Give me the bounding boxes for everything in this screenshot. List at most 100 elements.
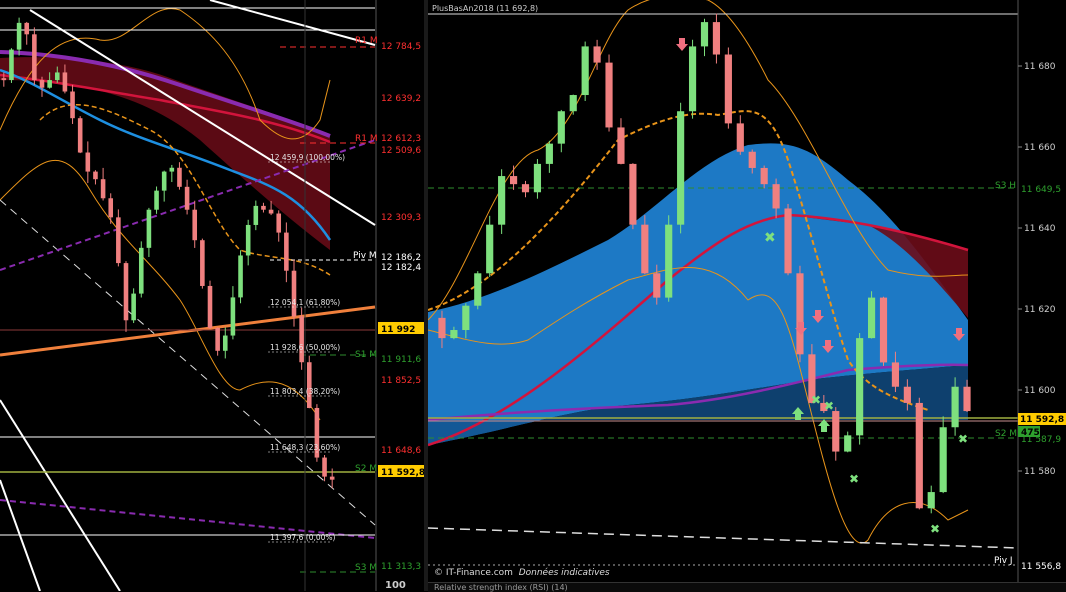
candle-body (329, 476, 335, 480)
fib-label: 12 459,9 (100,00%) (270, 153, 345, 162)
right-chart-panel[interactable]: ✖ ✖ ✖ ✖ ✖ ✖ 11 680 11 660 11 640 11 620 11 6… (428, 0, 1066, 591)
y-tick-label: 11 680 (1024, 62, 1056, 72)
candle-body (207, 285, 213, 328)
s2-label: S2 M (355, 464, 377, 474)
candle-body (222, 335, 228, 351)
price-tag: 12 639,2 (381, 94, 421, 104)
right-price-axis (1018, 0, 1066, 591)
pivj-value: 11 556,8 (1021, 562, 1061, 572)
candle-body (276, 213, 282, 233)
candle-body (474, 273, 482, 306)
candle-body (62, 72, 68, 92)
s3h-label: S3 H (995, 181, 1016, 191)
candle-body (617, 127, 625, 164)
candle-body (545, 143, 553, 164)
left-bottom-value: 100 (385, 580, 406, 591)
price-tag: 12 509,6 (381, 146, 421, 156)
candle-body (438, 317, 446, 339)
candle-body (24, 22, 30, 35)
candle-body (200, 240, 205, 286)
y-tick-label: 11 580 (1024, 467, 1056, 477)
candle-body (184, 186, 190, 210)
chart-title: PlusBasAn2018 (11 692,8) (432, 4, 538, 13)
dashed-channel-line (0, 199, 376, 526)
candle-body (951, 386, 959, 428)
candle-body (593, 46, 601, 63)
candle-body (963, 386, 971, 412)
candle-body (796, 273, 804, 355)
candle-body (322, 457, 327, 477)
candle-body (605, 62, 613, 128)
candle-body (100, 179, 106, 199)
cross-marker-icon: ✖ (930, 522, 940, 536)
candle-body (291, 270, 297, 317)
price-tag: 11 852,5 (381, 376, 421, 386)
candle-body (70, 91, 75, 119)
right-chart-canvas[interactable]: ✖ ✖ ✖ ✖ ✖ ✖ 11 680 11 660 11 640 11 620 11 6… (428, 0, 1066, 591)
candle-body (123, 263, 129, 321)
candle-body (39, 80, 45, 88)
candle-body (108, 198, 114, 218)
candle-body (169, 167, 175, 172)
candle-body (498, 176, 506, 225)
candle-body (93, 171, 98, 180)
trendline-white-3 (0, 399, 121, 591)
left-chart-panel[interactable]: 12 459,9 (100,00%) 12 054,1 (61,80%) 11 92… (0, 0, 424, 591)
candle-body (77, 118, 83, 153)
extra-tag-text: 475 (1021, 428, 1040, 438)
candle-body (54, 72, 60, 81)
candle-body (230, 297, 236, 336)
candle-body (215, 327, 220, 351)
candle-body (509, 176, 518, 185)
candle-body (138, 247, 144, 294)
candle-body (581, 46, 589, 96)
candle-body (462, 305, 470, 331)
fib-label: 11 928,6 (50,00%) (270, 343, 340, 352)
candle-body (306, 362, 312, 408)
candle-body (192, 209, 198, 241)
left-chart-canvas[interactable]: 12 459,9 (100,00%) 12 054,1 (61,80%) 11 92… (0, 0, 424, 591)
candle-body (748, 151, 756, 168)
price-tag: 12 612,3 (381, 134, 421, 144)
cross-marker-icon: ✖ (811, 393, 821, 407)
candle-body (116, 217, 121, 264)
candle-body (253, 205, 259, 225)
candle-body (677, 111, 685, 225)
candle-body (856, 338, 864, 436)
fib-label: 11 803,4 (38,20%) (270, 387, 340, 396)
candle-body (903, 386, 911, 403)
cross-marker-icon: ✖ (958, 432, 968, 446)
price-tag: 11 592,8 (381, 468, 424, 478)
candle-body (772, 184, 780, 209)
candle-body (284, 232, 289, 271)
fib-label: 12 054,1 (61,80%) (270, 298, 340, 307)
candle-body (760, 167, 768, 185)
candle-body (521, 184, 530, 193)
candle-body (238, 255, 243, 298)
candle-body (653, 273, 661, 298)
candle-body (927, 492, 935, 509)
candle-body (85, 152, 91, 172)
disclaimer-text: Données indicatives (518, 568, 610, 578)
piv-m-label: Piv M (353, 251, 377, 261)
candle-body (879, 297, 888, 363)
candle-body (915, 402, 923, 509)
candle-body (844, 435, 852, 452)
candle-body (486, 224, 494, 274)
pivj-label: Piv J (994, 556, 1013, 566)
candle-body (533, 163, 542, 193)
r1-label: R1 M (355, 36, 378, 46)
price-tag: 11 911,6 (381, 355, 421, 365)
copyright-text: © IT-Finance.com (434, 568, 513, 578)
candle-body (939, 427, 947, 493)
candle-body (629, 163, 637, 225)
candle-body (154, 190, 159, 210)
price-tag: 12 784,5 (381, 42, 421, 52)
left-price-axis (376, 0, 424, 591)
candle-body (9, 49, 14, 81)
candle-body (724, 54, 732, 124)
candle-body (700, 22, 709, 47)
price-tag: 11 313,3 (381, 562, 421, 572)
candle-body (450, 330, 458, 339)
candle-body (161, 171, 167, 191)
